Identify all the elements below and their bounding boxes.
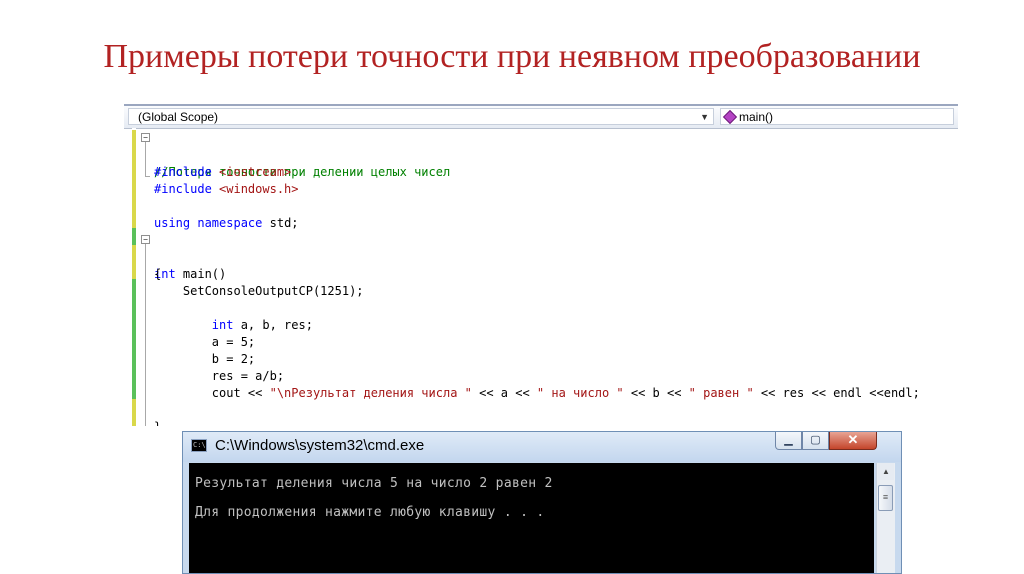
code-line: a = 5; xyxy=(124,317,958,349)
minimize-icon: ▁ xyxy=(784,434,793,446)
member-dropdown[interactable]: main() xyxy=(720,108,954,125)
scope-dropdown[interactable]: (Global Scope) ▼ xyxy=(128,108,714,125)
code-line: res = a/b; xyxy=(124,351,958,383)
slide-title: Примеры потери точности при неявном прео… xyxy=(103,38,921,75)
console-line: Для продолжения нажмите любую клавишу . … xyxy=(195,505,545,520)
code-line: { xyxy=(124,249,958,281)
console-output[interactable]: Результат деления числа 5 на число 2 рав… xyxy=(189,463,874,573)
close-button[interactable]: ✕ xyxy=(829,432,877,450)
member-label: main() xyxy=(739,110,774,124)
maximize-icon: ▢ xyxy=(810,434,821,446)
chevron-down-icon[interactable]: ▼ xyxy=(700,109,709,126)
code-line: #include <windows.h> xyxy=(124,164,958,196)
code-editor[interactable]: (Global Scope) ▼ main() − //Потеря точно… xyxy=(124,104,958,426)
minimize-button[interactable]: ▁ xyxy=(775,432,802,450)
code-line: using namespace std; xyxy=(124,198,958,230)
code-text: } xyxy=(154,419,161,426)
close-icon: ✕ xyxy=(847,432,859,447)
cmd-window[interactable]: C:\ C:\Windows\system32\cmd.exe ▁ ▢ ✕ Ре… xyxy=(182,431,902,574)
code-line: − int main() xyxy=(124,232,958,281)
code-line: cout << "\nРезультат деления числа " << … xyxy=(124,368,958,400)
scroll-up-icon[interactable]: ▲ xyxy=(878,463,894,480)
title-bar[interactable]: C:\ C:\Windows\system32\cmd.exe ▁ ▢ ✕ xyxy=(183,432,901,462)
method-icon xyxy=(722,109,738,125)
code-line: int a, b, res; xyxy=(124,300,958,332)
code-line: − //Потеря точности при делении целых чи… xyxy=(124,130,958,179)
console-line: Результат деления числа 5 на число 2 рав… xyxy=(195,476,553,491)
collapse-icon[interactable]: − xyxy=(141,235,150,244)
code-line: b = 2; xyxy=(124,334,958,366)
scope-label: (Global Scope) xyxy=(138,110,219,124)
code-line: } xyxy=(124,402,958,426)
navigation-bar: (Global Scope) ▼ main() xyxy=(124,106,958,129)
vertical-scrollbar[interactable]: ▲ ≡ xyxy=(876,463,895,573)
code-line: #include <iostream> xyxy=(124,147,958,179)
cmd-app-icon[interactable]: C:\ xyxy=(191,439,207,452)
collapse-icon[interactable]: − xyxy=(141,133,150,142)
code-line: SetConsoleOutputCP(1251); xyxy=(124,266,958,298)
scroll-thumb[interactable]: ≡ xyxy=(878,485,893,511)
maximize-button[interactable]: ▢ xyxy=(802,432,829,450)
window-title: C:\Windows\system32\cmd.exe xyxy=(215,437,425,454)
